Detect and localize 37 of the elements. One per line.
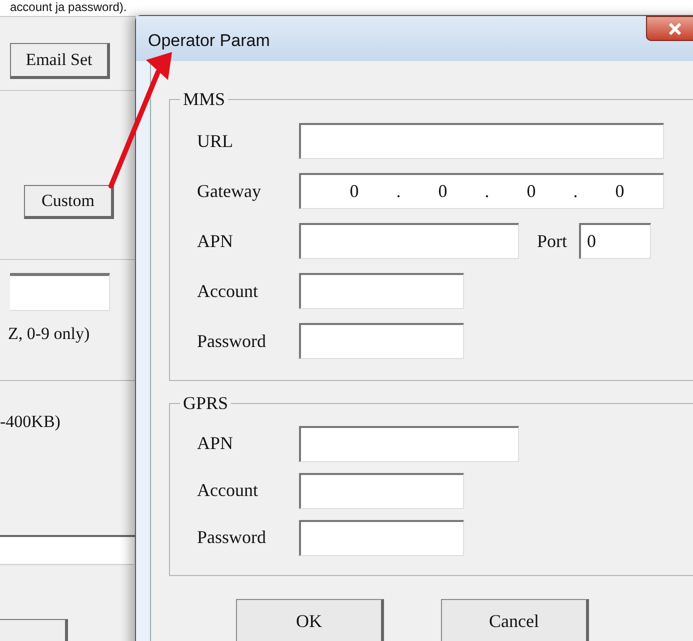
field-label: Port [537,230,568,252]
hint-text: Z, 0-9 only) [7,323,90,345]
dialog-title: Operator Param [148,31,270,50]
field-label: URL [197,130,234,152]
field-label: Account [197,479,259,502]
caption-text: account ja password). [10,0,127,14]
close-icon [668,22,682,35]
custom-button[interactable]: Custom [24,185,114,219]
input-field[interactable] [299,223,519,259]
input-field[interactable] [299,472,464,508]
ip-part: . [484,180,490,203]
ip-part: 0 [526,180,536,203]
input-field[interactable] [299,520,464,556]
text-field[interactable] [0,537,134,565]
email-set-button[interactable]: Email Set [10,43,110,79]
field-label: Password [197,330,268,352]
field-label: Account [197,280,259,302]
text-field[interactable] [10,273,110,311]
ok-button[interactable]: OK [236,599,384,641]
ip-part: 0 [350,180,359,203]
input-field[interactable] [299,426,519,462]
input-field[interactable] [299,123,664,159]
field-label: Gateway [197,180,262,203]
field-label: APN [197,230,234,252]
ip-part: . [573,180,578,203]
ip-part: 0 [615,180,624,203]
close-button[interactable] [646,16,693,41]
hint-text: -400KB) [0,411,60,433]
ip-address-field[interactable]: 0 . 0 . 0 . 0 [299,173,664,209]
input-field[interactable] [299,273,464,309]
port-field[interactable]: 0 [579,223,652,259]
input-field[interactable] [299,323,464,359]
ip-part: 0 [438,180,448,203]
ip-part: . [396,180,401,203]
field-label: APN [197,432,234,455]
cancel-button[interactable]: Cancel [441,599,589,641]
field-label: Password [197,526,268,549]
